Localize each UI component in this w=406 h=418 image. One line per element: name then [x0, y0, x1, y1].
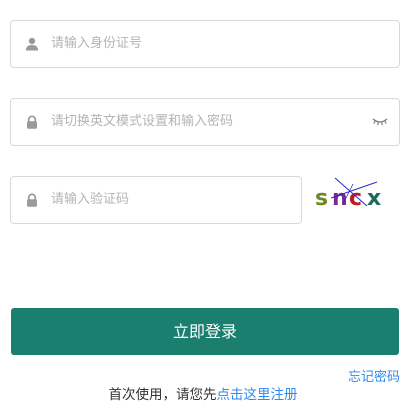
eye-closed-icon[interactable]: [372, 117, 388, 127]
register-prompt: 首次使用，请您先点击这里注册: [0, 383, 406, 403]
id-number-input[interactable]: 请输入身份证号: [10, 20, 400, 68]
password-input[interactable]: 请切换英文模式设置和输入密码: [10, 98, 400, 146]
captcha-noise-lines: [330, 177, 378, 207]
user-icon: [25, 37, 39, 51]
password-placeholder: 请切换英文模式设置和输入密码: [51, 114, 234, 129]
captcha-placeholder: 请输入验证码: [51, 192, 130, 207]
captcha-input[interactable]: 请输入验证码: [10, 176, 302, 224]
lock-icon: [27, 193, 37, 207]
id-number-placeholder: 请输入身份证号: [51, 36, 143, 51]
register-prompt-text: 首次使用，请您先: [108, 387, 217, 403]
register-link[interactable]: 点击这里注册: [217, 387, 298, 403]
login-button[interactable]: 立即登录: [11, 308, 399, 355]
lock-icon: [27, 115, 37, 129]
login-page: 请输入身份证号 请切换英文模式设置和输入密码 请输入验证码 s n c x 立即…: [0, 0, 406, 418]
captcha-image[interactable]: s n c x: [313, 176, 387, 218]
